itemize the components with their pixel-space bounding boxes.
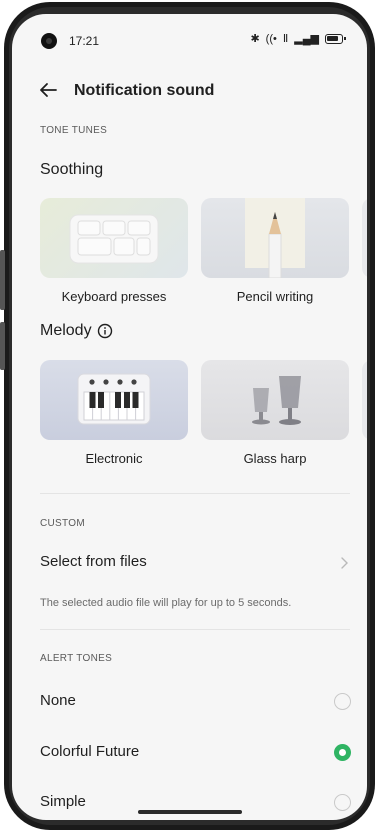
alert-option-label: Colorful Future	[40, 743, 140, 760]
keyboard-keys-image	[69, 214, 159, 264]
tile-next-peek-melody	[362, 360, 367, 440]
info-circle-icon[interactable]	[97, 323, 113, 339]
radio-button[interactable]	[334, 693, 351, 710]
select-from-files-label: Select from files	[40, 553, 147, 570]
bluetooth-icon: ✱	[250, 33, 260, 45]
custom-helper-text: The selected audio file will play for up…	[40, 597, 292, 609]
screen: 17:21 ✱ ((• Ⅱ ▂▄▆ Notification sound TON…	[12, 14, 367, 820]
data-icon: Ⅱ	[282, 33, 289, 45]
power-button	[0, 322, 5, 370]
tile-next-peek	[362, 198, 367, 278]
wifi-icon: ((•	[265, 33, 277, 45]
home-indicator[interactable]	[138, 810, 242, 814]
tile-keyboard-presses[interactable]	[40, 198, 188, 278]
tile-label-glass-harp: Glass harp	[243, 451, 307, 466]
section-label-alert-tones: ALERT TONES	[40, 653, 113, 664]
divider	[40, 629, 350, 630]
alert-option-label: Simple	[40, 793, 86, 810]
battery-icon	[325, 34, 346, 44]
tile-pencil-writing[interactable]	[201, 198, 349, 278]
alert-option-label: None	[40, 692, 76, 709]
header: Notification sound	[12, 76, 367, 106]
piano-keyboard-image	[77, 373, 151, 425]
volume-button	[0, 250, 5, 310]
tile-label-electronic: Electronic	[85, 451, 143, 466]
status-bar: 17:21 ✱ ((• Ⅱ ▂▄▆	[12, 14, 367, 60]
radio-button[interactable]	[334, 794, 351, 811]
glasses-image	[252, 376, 301, 425]
group-title-soothing: Soothing	[40, 161, 104, 178]
tile-electronic[interactable]	[40, 360, 188, 440]
melody-tiles	[40, 360, 367, 440]
page-title: Notification sound	[74, 82, 215, 99]
chevron-right-icon	[341, 557, 348, 569]
front-camera	[41, 33, 57, 49]
tile-glass-harp[interactable]	[201, 360, 349, 440]
section-label-tone-tunes: TONE TUNES	[40, 125, 108, 136]
alert-option-simple[interactable]: Simple	[12, 788, 367, 820]
tile-label-pencil-writing: Pencil writing	[236, 289, 314, 304]
select-from-files-row[interactable]: Select from files	[12, 544, 367, 578]
section-label-custom: CUSTOM	[40, 518, 85, 529]
alert-option-none[interactable]: None	[12, 686, 367, 718]
group-title-melody: Melody	[40, 322, 92, 339]
tile-label-keyboard-presses: Keyboard presses	[61, 289, 167, 304]
signal-icon: ▂▄▆	[294, 33, 319, 45]
pencil-image	[245, 198, 305, 278]
arrow-left-icon[interactable]	[38, 80, 58, 100]
soothing-tiles	[40, 198, 367, 278]
radio-button-selected[interactable]	[334, 744, 351, 761]
status-time: 17:21	[69, 34, 100, 48]
status-icons: ✱ ((• Ⅱ ▂▄▆	[250, 32, 346, 46]
alert-option-colorful-future[interactable]: Colorful Future	[12, 737, 367, 769]
divider	[40, 493, 350, 494]
